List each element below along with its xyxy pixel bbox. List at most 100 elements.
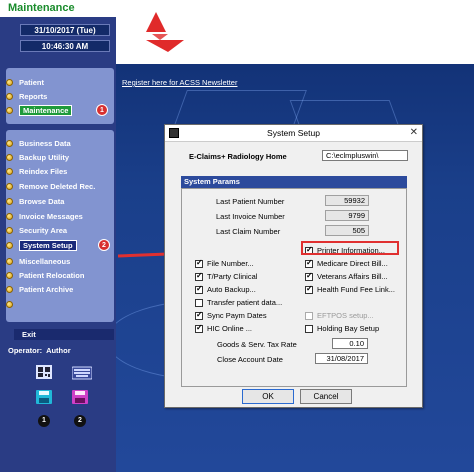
menu-item-patient-relocation[interactable]: Patient Relocation [6, 269, 84, 281]
sidebar-title: Maintenance [0, 0, 116, 17]
checkbox-check-icon [195, 258, 203, 268]
dialog-titlebar[interactable]: System Setup ✕ [165, 125, 422, 142]
header-banner [116, 0, 474, 64]
tparty-clinical-checkbox[interactable]: T/Party Clinical [195, 271, 257, 281]
exit-button[interactable]: Exit [14, 329, 114, 340]
menu-item-label: System Setup [19, 239, 77, 251]
health-fund-fee-link-checkbox[interactable]: Health Fund Fee Link... [305, 284, 395, 294]
save-disk-magenta-icon[interactable] [72, 390, 88, 404]
checkbox-empty-icon [305, 324, 313, 333]
icon-number-2: 2 [74, 415, 86, 427]
menu-bullet-icon [6, 212, 13, 220]
eftpos-setup-checkbox: EFTPOS setup... [305, 311, 374, 320]
menu-item-label: Security Area [19, 225, 68, 235]
medicare-direct-bill-checkbox[interactable]: Medicare Direct Bill... [305, 258, 388, 268]
menu-item-browse-data[interactable]: Browse Data [6, 195, 64, 207]
operator-label: Operator: [8, 346, 43, 355]
menu-bullet-icon [6, 153, 13, 161]
newsletter-register-link[interactable]: Register here for ACSS Newsletter [122, 78, 237, 87]
nav-item-maintenance[interactable]: Maintenance [6, 104, 73, 116]
checkbox-check-icon [305, 271, 313, 281]
last-patient-label: Last Patient Number [216, 197, 285, 206]
checkbox-label: Veterans Affairs Bill... [317, 272, 388, 281]
menu-bullet-icon [6, 139, 13, 147]
menu-item-system-setup[interactable]: System Setup [6, 239, 77, 251]
checkbox-check-icon [305, 258, 313, 268]
last-claim-field: 505 [325, 225, 369, 236]
operator-name: Author [46, 346, 71, 355]
menu-bullet-icon [6, 226, 13, 234]
menu-item-label: Patient Relocation [19, 270, 85, 280]
checkbox-label: Auto Backup... [207, 285, 256, 294]
menu-item-invoice-messages[interactable]: Invoice Messages [6, 210, 83, 222]
nav-bullet-icon [6, 78, 13, 86]
date-display: 31/10/2017 (Tue) [20, 24, 110, 36]
menu-bullet-icon [6, 182, 13, 190]
last-patient-field: 59932 [325, 195, 369, 206]
system-setup-dialog: System Setup ✕ E-Claims+ Radiology Home … [164, 124, 423, 408]
menu-item-label: Business Data [19, 138, 71, 148]
barcode-icon[interactable] [36, 365, 52, 379]
keyboard-icon[interactable] [72, 366, 92, 380]
nav-item-patient[interactable]: Patient [6, 76, 44, 88]
menu-item-miscellaneous[interactable]: Miscellaneous [6, 255, 70, 267]
menu-bullet-icon [6, 197, 13, 205]
checkbox-label: Medicare Direct Bill... [317, 259, 388, 268]
eclaims-home-label: E-Claims+ Radiology Home [189, 152, 287, 161]
menu-item-security-area[interactable]: Security Area [6, 224, 67, 236]
checkbox-check-icon [195, 284, 203, 294]
menu-item-label: Backup Utility [19, 152, 70, 162]
hic-online-checkbox[interactable]: HIC Online ... [195, 323, 252, 333]
veterans-affairs-bill-checkbox[interactable]: Veterans Affairs Bill... [305, 271, 388, 281]
eclaims-home-input[interactable]: C:\eclmpluswin\ [322, 150, 408, 161]
menu-item-label: Patient Archive [19, 284, 74, 294]
nav-bullet-icon [6, 106, 13, 114]
last-invoice-field: 9799 [325, 210, 369, 221]
checkbox-label: Sync Paym Dates [207, 311, 267, 320]
holding-bay-setup-checkbox[interactable]: Holding Bay Setup [305, 324, 379, 333]
checkbox-label: Holding Bay Setup [317, 324, 380, 333]
gst-rate-label: Goods & Serv. Tax Rate [217, 340, 297, 349]
menu-bullet-icon [6, 271, 13, 279]
checkbox-label: Transfer patient data... [207, 298, 283, 307]
cancel-button[interactable]: Cancel [300, 389, 352, 404]
step-badge-2: 2 [98, 239, 110, 251]
menu-item-remove-deleted[interactable]: Remove Deleted Rec. [6, 180, 95, 192]
auto-backup-checkbox[interactable]: Auto Backup... [195, 284, 256, 294]
menu-item-business-data[interactable]: Business Data [6, 137, 71, 149]
menu-item-reindex-files[interactable]: Reindex Files [6, 165, 67, 177]
menu-item-patient-archive[interactable]: Patient Archive [6, 283, 73, 295]
nav-item-label: Reports [19, 91, 48, 101]
menu-bullet-icon [6, 285, 13, 293]
printer-information-highlight [301, 241, 399, 255]
close-account-date-input[interactable]: 31/08/2017 [315, 353, 368, 364]
ok-button[interactable]: OK [242, 389, 294, 404]
nav-item-reports[interactable]: Reports [6, 90, 47, 102]
close-icon[interactable]: ✕ [410, 127, 418, 138]
menu-bullet-icon [6, 257, 13, 265]
menu-item-label: Remove Deleted Rec. [19, 181, 96, 191]
menu-item-blank[interactable] [6, 298, 19, 310]
nav-bullet-icon [6, 92, 13, 100]
nav-item-label: Maintenance [19, 104, 73, 116]
file-number-checkbox[interactable]: File Number... [195, 258, 254, 268]
menu-item-label: Reindex Files [19, 166, 68, 176]
sync-paym-dates-checkbox[interactable]: Sync Paym Dates [195, 310, 267, 320]
checkbox-empty-icon [305, 311, 313, 320]
system-params-header: System Params [181, 176, 407, 188]
time-display: 10:46:30 AM [20, 40, 110, 52]
dialog-title: System Setup [267, 128, 320, 138]
gst-rate-input[interactable]: 0.10 [332, 338, 368, 349]
menu-bullet-icon [6, 241, 13, 249]
menu-item-backup-utility[interactable]: Backup Utility [6, 151, 69, 163]
sidebar: Maintenance 31/10/2017 (Tue) 10:46:30 AM… [0, 0, 116, 472]
checkbox-label: File Number... [207, 259, 254, 268]
menu-item-label: Browse Data [19, 196, 65, 206]
nav-item-label: Patient [19, 77, 45, 87]
transfer-patient-checkbox[interactable]: Transfer patient data... [195, 298, 282, 307]
last-claim-label: Last Claim Number [216, 227, 281, 236]
icon-number-1: 1 [38, 415, 50, 427]
step-badge-1: 1 [96, 104, 108, 116]
save-disk-cyan-icon[interactable] [36, 390, 52, 404]
company-logo-icon [146, 12, 184, 52]
